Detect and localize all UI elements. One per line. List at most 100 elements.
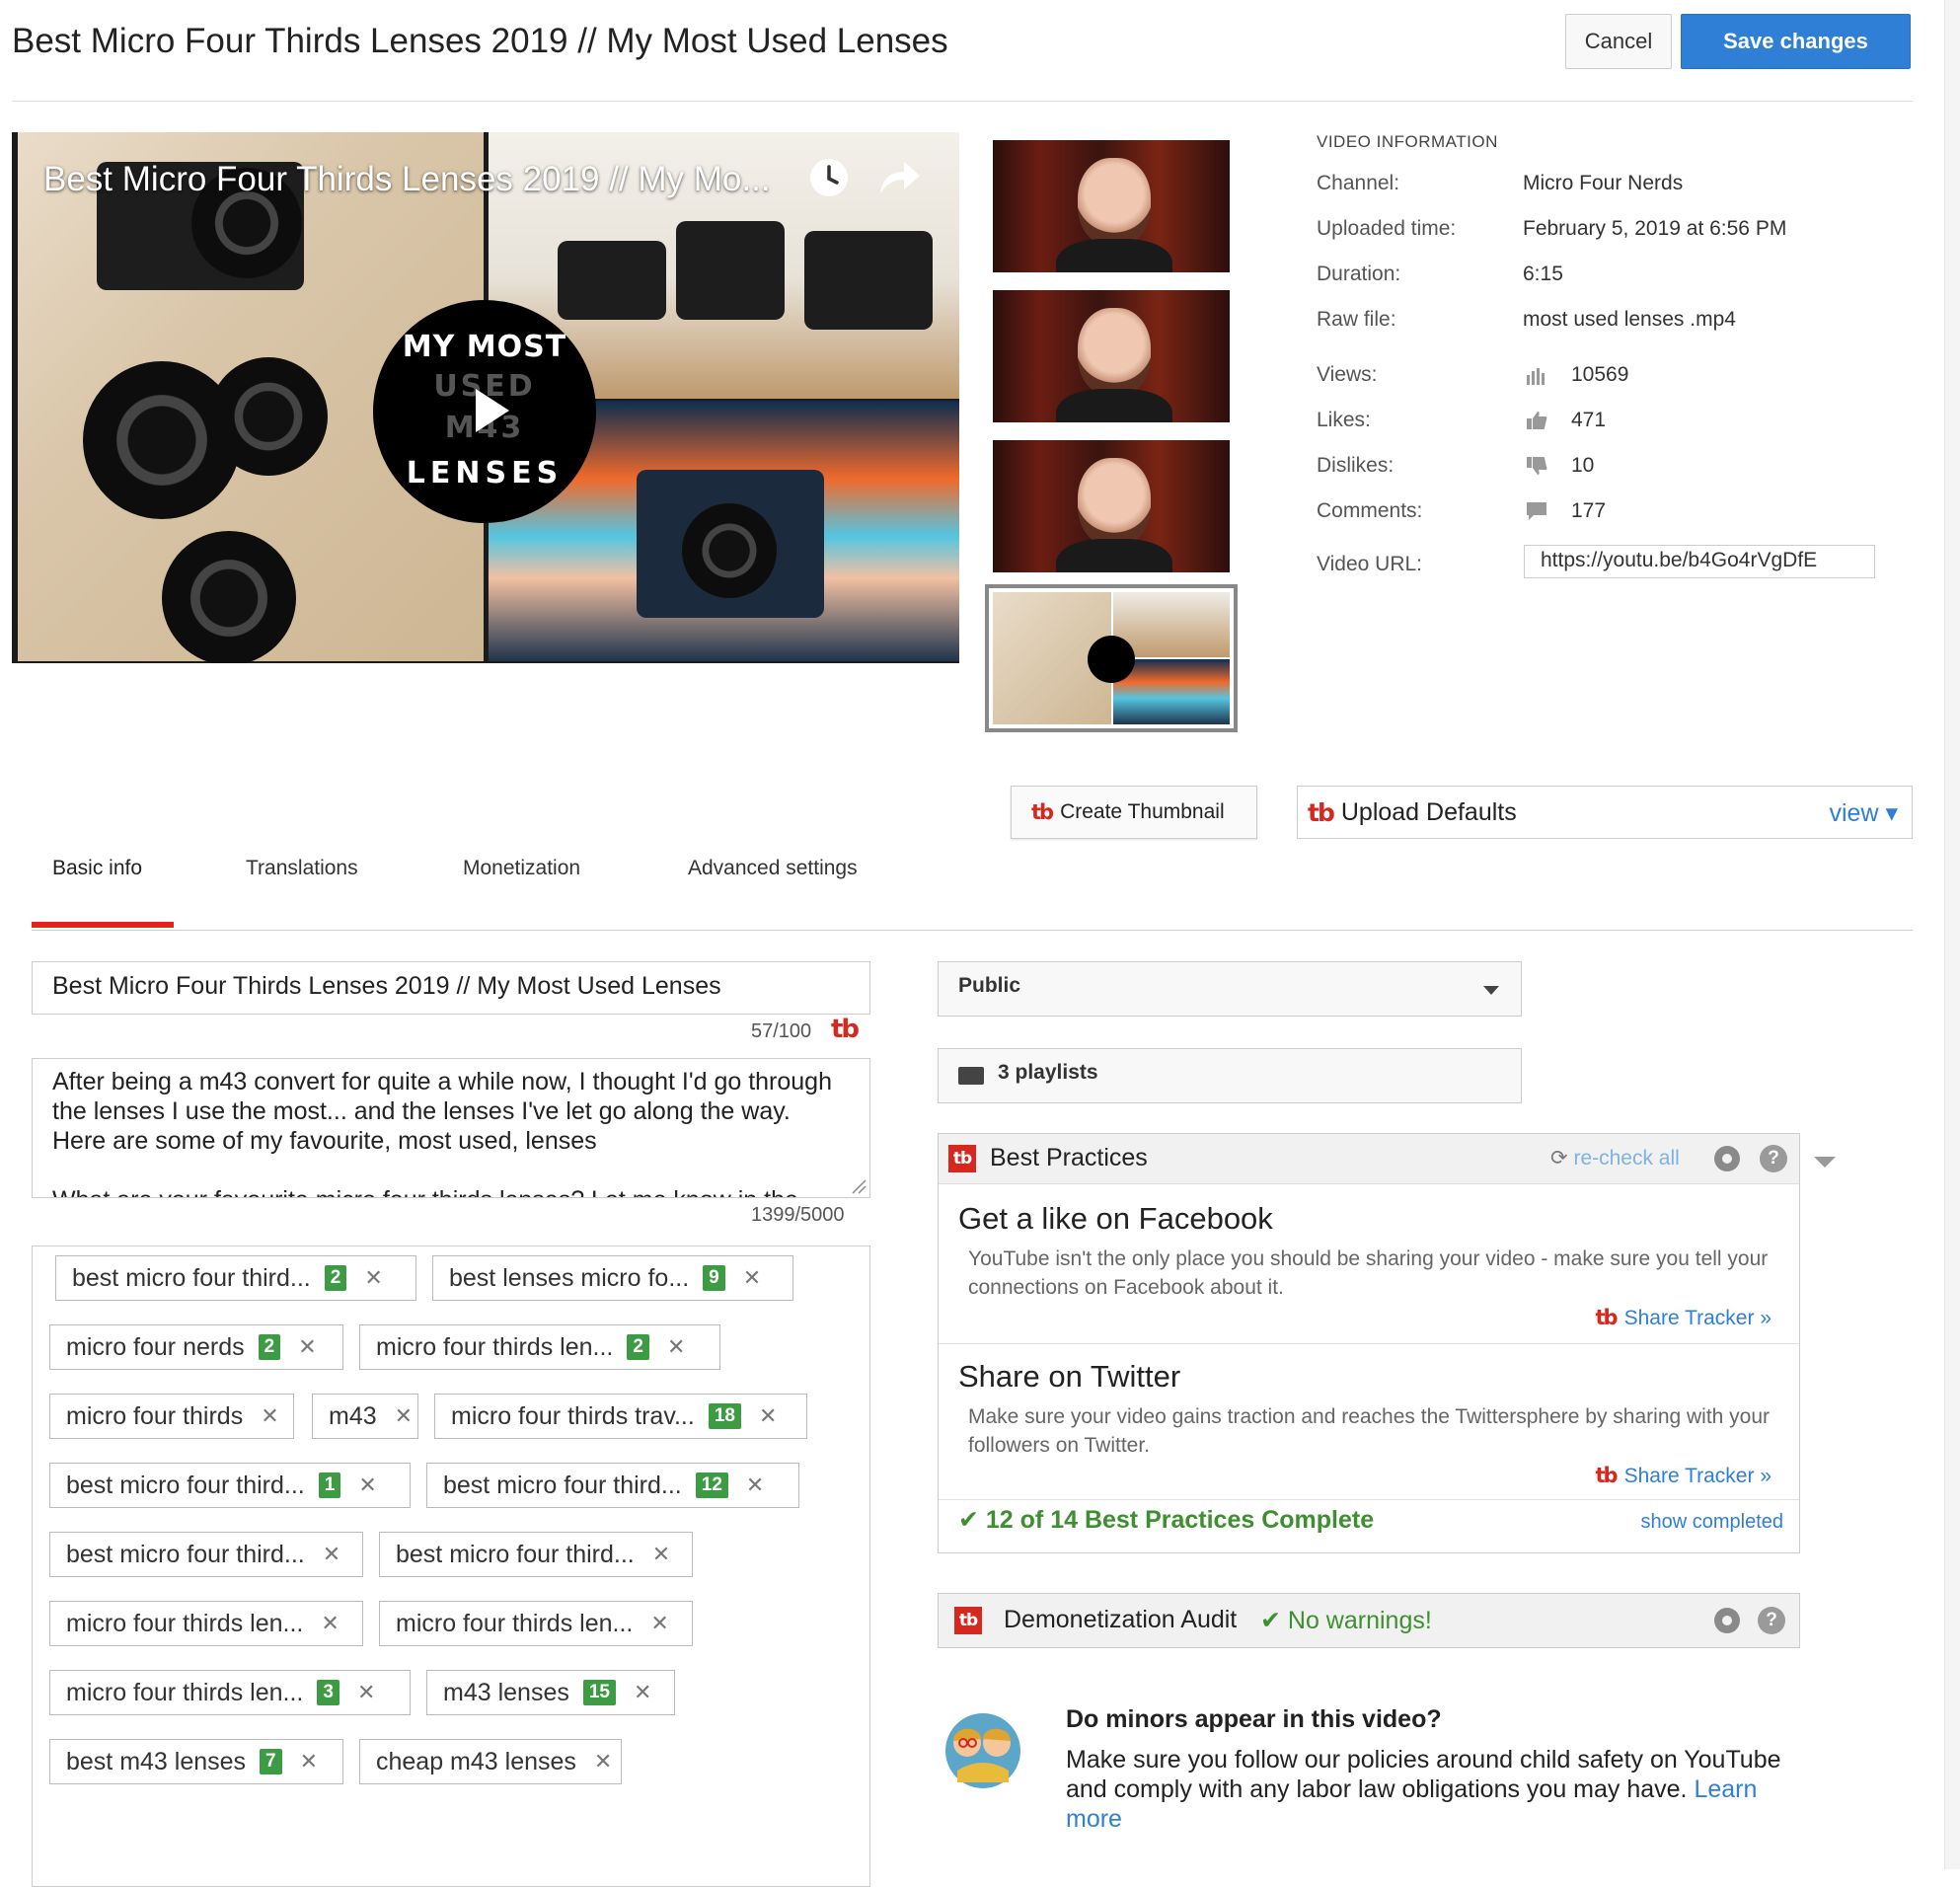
tag-rank-badge: 3 [317,1680,339,1705]
watch-later-clock-icon[interactable] [809,158,849,197]
tag-chip[interactable]: micro four thirds trav... 18 ✕ [434,1394,807,1439]
tag-text: best micro four third... [396,1540,635,1568]
help-icon[interactable]: ? [1758,1607,1785,1634]
thumbs-down-icon [1527,457,1547,475]
video-description-textarea[interactable]: After being a m43 convert for quite a wh… [32,1058,870,1198]
bp-divider [939,1499,1799,1500]
tag-chip[interactable]: micro four thirds len... 2 ✕ [359,1324,720,1370]
person-face-image [1078,158,1151,247]
thumbs-up-icon [1527,412,1547,429]
best-practices-title: Best Practices [990,1144,1148,1171]
thumbnail-option-1[interactable] [993,140,1230,272]
show-completed-link[interactable]: show completed [1640,1511,1783,1534]
help-icon[interactable]: ? [1760,1145,1787,1172]
header-divider [12,101,1913,102]
tag-chip[interactable]: best micro four third... 12 ✕ [426,1463,799,1508]
tag-chip[interactable]: best m43 lenses 7 ✕ [49,1739,343,1784]
duration-value: 6:15 [1523,263,1563,285]
comments-label: Comments: [1317,499,1423,522]
create-thumbnail-button[interactable]: tb Create Thumbnail [1011,786,1257,839]
tab-basic-info[interactable]: Basic info [52,857,142,880]
tag-chip[interactable]: best micro four third... 1 ✕ [49,1463,411,1508]
tag-chip[interactable]: best micro four third... ✕ [379,1532,693,1577]
resize-handle-icon[interactable] [851,1178,867,1194]
tag-chip[interactable]: best micro four third... 2 ✕ [55,1255,416,1301]
tag-chip[interactable]: best lenses micro fo... 9 ✕ [432,1255,793,1301]
badge-line: MY MOST [402,330,567,364]
tag-text: best micro four third... [443,1471,682,1499]
recheck-all-link[interactable]: ⟳ re-check all [1550,1146,1680,1170]
tag-chip[interactable]: m43 ✕ [312,1394,418,1439]
remove-tag-icon[interactable]: ✕ [634,1680,651,1705]
comments-value: 177 [1571,499,1607,522]
tag-text: best micro four third... [72,1263,311,1292]
remove-tag-icon[interactable]: ✕ [358,1472,376,1498]
likes-value: 471 [1571,409,1607,431]
remove-tag-icon[interactable]: ✕ [746,1472,764,1498]
tag-rank-badge: 1 [318,1472,341,1498]
collapse-caret-icon[interactable] [1814,1157,1836,1168]
tag-chip[interactable]: micro four thirds len... ✕ [49,1601,363,1646]
mini-badge-image [1088,636,1135,683]
remove-tag-icon[interactable]: ✕ [743,1265,761,1291]
gear-icon[interactable] [1714,1146,1740,1171]
lens-image [162,531,296,663]
remove-tag-icon[interactable]: ✕ [261,1403,278,1429]
remove-tag-icon[interactable]: ✕ [395,1403,413,1429]
uploaded-time-label: Uploaded time: [1317,217,1457,240]
tag-chip[interactable]: micro four nerds 2 ✕ [49,1324,343,1370]
video-url-field[interactable]: https://youtu.be/b4Go4rVgDfE [1524,545,1875,578]
tab-advanced-settings[interactable]: Advanced settings [688,857,858,880]
remove-tag-icon[interactable]: ✕ [650,1611,668,1636]
gear-icon[interactable] [1714,1608,1740,1633]
thumbnail-option-4-selected[interactable] [985,584,1238,732]
share-tracker-link[interactable]: tb Share Tracker » [1596,1464,1772,1488]
video-player[interactable]: Best Micro Four Thirds Lenses 2019 // My… [12,132,959,663]
upload-defaults-view-dropdown[interactable]: view ▾ [1829,798,1898,828]
remove-tag-icon[interactable]: ✕ [652,1542,670,1567]
comment-bubble-icon [1527,502,1546,520]
remove-tag-icon[interactable]: ✕ [759,1403,777,1429]
tag-chip[interactable]: micro four thirds ✕ [49,1394,294,1439]
views-label: Views: [1317,363,1378,386]
tag-text: m43 lenses [443,1678,569,1706]
remove-tag-icon[interactable]: ✕ [667,1334,685,1360]
tubebuddy-logo-icon: tb [1031,800,1054,824]
play-icon[interactable] [476,389,509,432]
uploaded-time-value: February 5, 2019 at 6:56 PM [1523,217,1787,240]
active-tab-indicator [32,922,174,928]
tubebuddy-logo-icon[interactable]: tb [831,1015,860,1044]
tag-chip[interactable]: cheap m43 lenses ✕ [359,1739,622,1784]
tag-chip[interactable]: m43 lenses 15 ✕ [426,1670,675,1715]
playlists-value: 3 playlists [998,1061,1098,1084]
tab-monetization[interactable]: Monetization [463,857,580,880]
share-arrow-icon[interactable] [876,158,922,197]
tag-chip[interactable]: best micro four third... ✕ [49,1532,363,1577]
cancel-button[interactable]: Cancel [1565,14,1672,69]
remove-tag-icon[interactable]: ✕ [323,1542,340,1567]
camera-image [804,231,933,330]
playlists-field[interactable]: 3 playlists [938,1048,1522,1103]
visibility-select[interactable]: Public [938,961,1522,1017]
remove-tag-icon[interactable]: ✕ [364,1265,382,1291]
camera-image [676,221,785,320]
remove-tag-icon[interactable]: ✕ [357,1680,375,1705]
share-tracker-link[interactable]: tb Share Tracker » [1596,1306,1772,1330]
tag-chip[interactable]: micro four thirds len... 3 ✕ [49,1670,411,1715]
video-title-input[interactable]: Best Micro Four Thirds Lenses 2019 // My… [32,961,870,1015]
video-information-heading: VIDEO INFORMATION [1317,132,1498,151]
thumbnail-option-2[interactable] [993,290,1230,422]
tab-translations[interactable]: Translations [246,857,358,880]
remove-tag-icon[interactable]: ✕ [300,1749,318,1774]
page-scrollbar[interactable] [1944,0,1960,1869]
lens-image [209,357,328,476]
remove-tag-icon[interactable]: ✕ [298,1334,316,1360]
tag-chip[interactable]: micro four thirds len... ✕ [379,1601,693,1646]
remove-tag-icon[interactable]: ✕ [321,1611,339,1636]
thumbnail-option-3[interactable] [993,440,1230,572]
remove-tag-icon[interactable]: ✕ [594,1749,612,1774]
bar-chart-icon [1527,368,1545,385]
player-video-title[interactable]: Best Micro Four Thirds Lenses 2019 // My… [43,160,771,199]
playlist-icon [958,1067,984,1085]
save-changes-button[interactable]: Save changes [1681,14,1911,69]
